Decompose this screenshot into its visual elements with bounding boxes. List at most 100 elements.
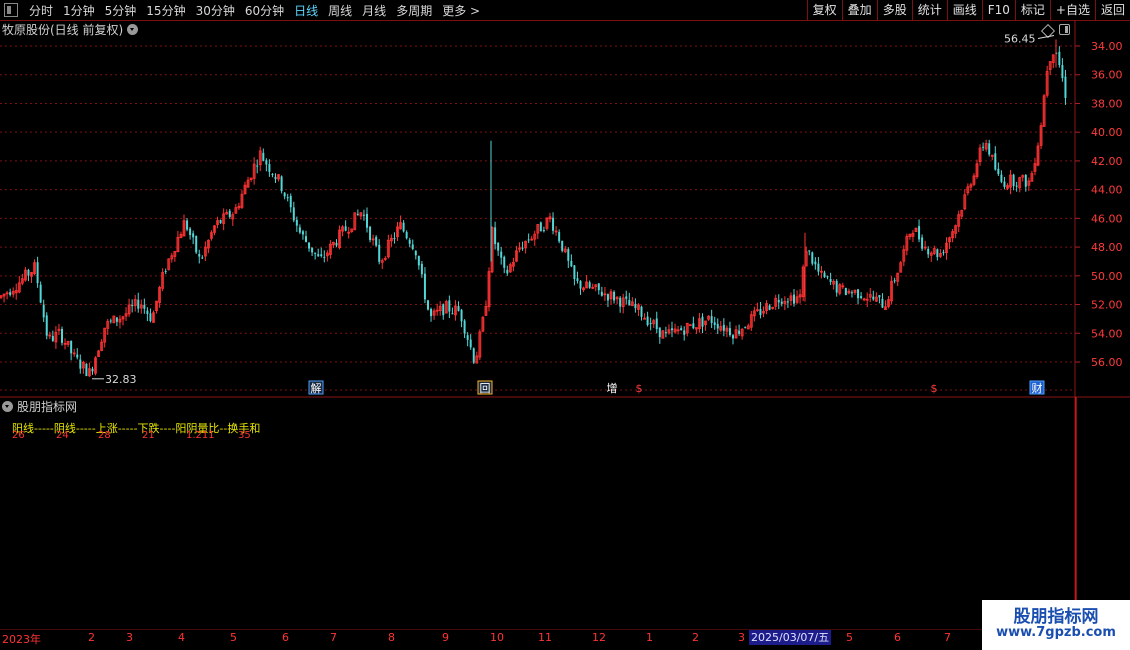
candle-body [994,153,997,170]
candle-body [411,244,414,249]
candle-body [506,269,509,274]
toolbar-button-0[interactable]: 复权 [806,0,842,20]
toolbar-button-8[interactable]: 返回 [1094,0,1130,20]
y-tick-label: 54.00 [1091,327,1123,340]
low-price-label: 32.83 [105,373,137,386]
toolbar-button-3[interactable]: 统计 [911,0,947,20]
candle-body [680,328,683,331]
candle-body [91,368,94,372]
candle-body [186,220,189,230]
period-tab-8[interactable]: 月线 [357,2,391,19]
date-tick: 5 [230,631,237,644]
candle-body [613,291,616,301]
candle-body [921,237,924,249]
indicator-value-5: 35 [238,430,251,441]
candle-body [366,213,368,228]
candle-body [692,323,695,329]
candle-body [786,301,789,303]
indicator-labels: 阳线-----阴线-----上涨-----下跌----阳阴量比--换手和 [12,422,261,435]
candle-body [850,292,853,294]
candle-body [793,294,795,304]
candle-body [280,176,283,192]
candle-body [76,354,79,358]
candle-body [137,299,140,309]
high-arrow [1037,35,1055,40]
y-tick-label: 48.00 [1091,241,1123,254]
candle-body [829,279,832,283]
period-tab-3[interactable]: 15分钟 [141,2,190,19]
candlestick-chart[interactable]: 56.00 54.00 52.00 50.00 48.00 46.00 44.00 42.00… [0,20,1130,630]
date-tick: 5 [846,631,853,644]
toolbar-button-6[interactable]: 标记 [1014,0,1050,20]
y-tick-label: 36.00 [1091,69,1123,82]
period-tab-0[interactable]: 分时 [24,2,58,19]
candle-body [430,308,433,317]
candle-body [1012,174,1015,186]
date-tick: 10 [490,631,504,644]
candle-body [817,263,820,272]
candle-body [109,320,112,322]
date-tick: 11 [538,631,552,644]
candle-body [780,301,783,304]
candle-body [634,303,637,309]
candle-body [36,262,39,284]
y-tick-label: 52.00 [1091,299,1123,312]
candle-body [500,251,503,258]
candle-body [561,240,564,251]
candle-body [1015,185,1018,187]
date-cursor-label: 2025/03/07/五 [749,630,832,645]
period-tab-4[interactable]: 30分钟 [191,2,240,19]
candle-body [149,313,152,322]
candle-body [305,236,307,242]
candle-body [600,291,603,296]
candle-body [274,176,277,180]
candle-body [320,254,323,256]
toolbar-button-4[interactable]: 画线 [946,0,982,20]
y-tick-label: 44.00 [1091,184,1123,197]
candle-body [466,335,469,340]
candle-body [369,226,372,240]
candle-body [448,300,451,312]
date-tick: 2 [88,631,95,644]
toolbar-button-5[interactable]: F10 [981,0,1015,20]
period-tab-9[interactable]: 多周期 [391,2,437,19]
indicator-dropdown-icon[interactable] [2,400,13,412]
candle-body [323,256,326,258]
period-tab-5[interactable]: 60分钟 [240,2,289,19]
candle-body [777,299,780,303]
candle-body [716,324,719,329]
candle-body [201,257,204,259]
candle-body [402,222,405,232]
candle-body [39,284,42,303]
date-axis: 2023年 2 3 4 5 6 7 8 9 10 11 12 1 2 3 2025/03/07/五 5 6 7 [0,630,982,646]
period-tab-10[interactable]: 更多 > [437,2,485,19]
candle-body [405,232,408,239]
toolbar-button-2[interactable]: 多股 [876,0,912,20]
period-tab-6[interactable]: 日线 [289,2,323,19]
candle-body [606,294,609,301]
date-tick: 8 [388,631,395,644]
period-tab-2[interactable]: 5分钟 [100,2,142,19]
candle-body [344,226,347,231]
sidebar-toggle-icon[interactable] [4,3,18,17]
toolbar-button-1[interactable]: 叠加 [841,0,877,20]
candle-body [811,252,814,264]
period-tab-7[interactable]: 周线 [323,2,357,19]
candle-body [393,238,396,240]
y-tick-label: 46.00 [1091,212,1123,225]
candle-body [573,265,576,280]
candle-body [927,248,930,255]
candle-body [42,304,45,318]
candle-body [646,316,649,326]
candle-body [579,280,582,289]
candle-body [1061,65,1064,79]
candle-body [427,300,429,310]
event-marker-3: $ [636,382,643,395]
toolbar-button-7[interactable]: +自选 [1049,0,1095,20]
candle-body [759,309,762,315]
candle-body [570,260,573,267]
candle-body [658,327,661,338]
candle-body [164,271,167,273]
candle-body [503,256,506,268]
period-tab-1[interactable]: 1分钟 [58,2,100,19]
